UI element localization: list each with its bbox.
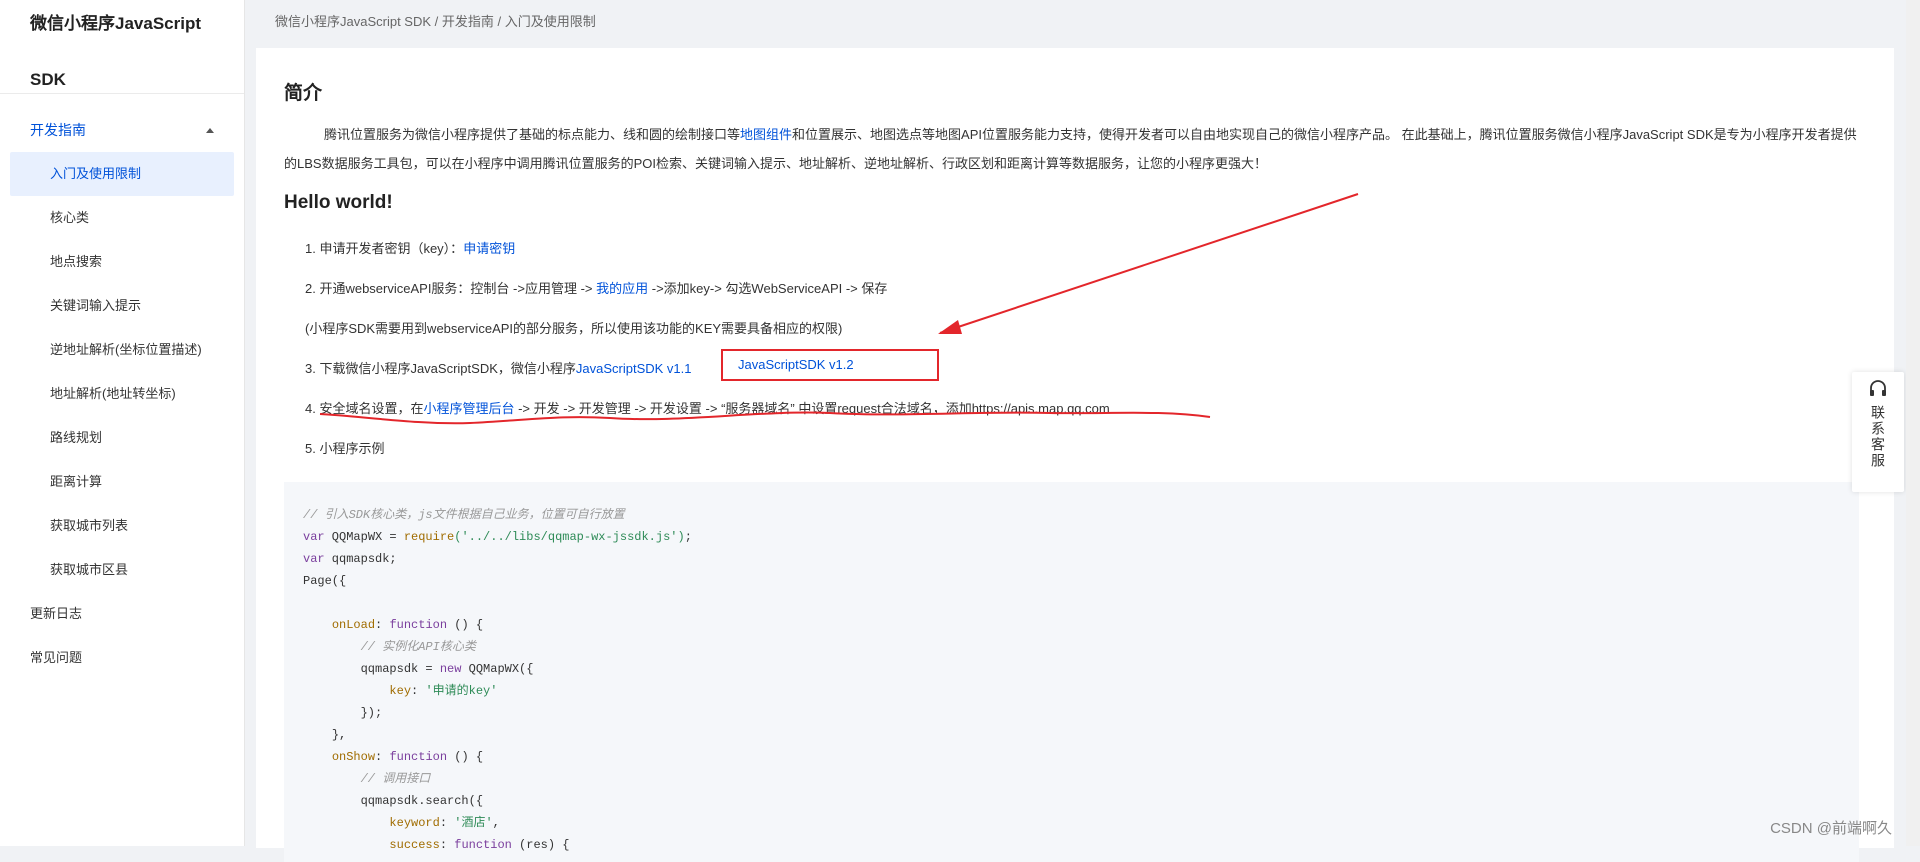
code-token: ('../../libs/qqmap-wx-jssdk.js') — [454, 530, 685, 544]
code-token: var — [303, 552, 325, 566]
contact-service-label: 联系客服 — [1870, 405, 1886, 469]
annotation-box: JavaScriptSDK v1.2 — [721, 349, 939, 381]
step-2: 2. 开通webserviceAPI服务：控制台 ->应用管理 -> 我的应用 … — [305, 278, 887, 297]
code-token: }); — [360, 706, 383, 720]
nav-group-dev-guide[interactable]: 开发指南 — [0, 108, 244, 152]
sidebar-item-direction[interactable]: 路线规划 — [0, 416, 244, 460]
section-title-hello: Hello world! — [284, 192, 393, 213]
intro-text-1: 腾讯位置服务为微信小程序提供了基础的标点能力、线和圆的绘制接口等 — [324, 127, 741, 142]
section-title-intro: 简介 — [284, 83, 323, 104]
code-token: ; — [684, 530, 692, 544]
sidebar-item-faq[interactable]: 常见问题 — [0, 636, 244, 680]
step-4: 4. 安全域名设置，在小程序管理后台 -> 开发 -> 开发管理 -> 开发设置… — [305, 398, 1110, 417]
sidebar: 微信小程序JavaScript SDK 开发指南 入门及使用限制 核心类 地点搜… — [0, 0, 245, 846]
sidebar-item-intro[interactable]: 入门及使用限制 — [10, 152, 234, 196]
sidebar-item-core[interactable]: 核心类 — [0, 196, 244, 240]
sdk-v12-link[interactable]: JavaScriptSDK v1.2 — [738, 357, 854, 372]
code-token: () { — [447, 618, 484, 632]
code-token: QQMapWX({ — [461, 662, 534, 676]
code-token: keyword — [389, 816, 440, 830]
code-token: var — [303, 530, 325, 544]
step-1: 1. 申请开发者密钥（key）：申请密钥 — [305, 238, 515, 257]
code-token: '申请的key' — [425, 684, 498, 698]
step-2-text-b: ->添加key-> 勾选WebServiceAPI -> 保存 — [648, 281, 888, 296]
nav-group-label: 开发指南 — [30, 122, 86, 138]
code-comment: // 实例化API核心类 — [360, 640, 476, 654]
code-token: QQMapWX = — [324, 530, 404, 544]
code-token: '酒店' — [454, 816, 493, 830]
code-token: () { — [447, 750, 484, 764]
code-block: // 引入SDK核心类，js文件根据自己业务，位置可自行放置 var QQMap… — [284, 482, 1859, 862]
sidebar-item-poi-search[interactable]: 地点搜索 — [0, 240, 244, 284]
headset-icon — [1870, 380, 1886, 396]
sidebar-item-city-list[interactable]: 获取城市列表 — [0, 504, 244, 548]
brand-line-2: SDK — [30, 70, 66, 89]
page-scrollbar[interactable] — [1906, 0, 1920, 846]
map-component-link[interactable]: 地图组件 — [740, 127, 792, 142]
breadcrumb: 微信小程序JavaScript SDK / 开发指南 / 入门及使用限制 — [275, 14, 596, 29]
code-token: key — [389, 684, 412, 698]
code-token: qqmapsdk.search({ — [360, 794, 484, 808]
my-apps-link[interactable]: 我的应用 — [596, 281, 648, 296]
sidebar-item-reverse-geocoder[interactable]: 逆地址解析(坐标位置描述) — [0, 328, 244, 372]
code-token: qqmapsdk = — [360, 662, 440, 676]
code-token: function — [454, 838, 512, 852]
code-token: }, — [331, 728, 347, 742]
step-2-note: (小程序SDK需要用到webserviceAPI的部分服务，所以使用该功能的KE… — [305, 321, 843, 336]
step-3: 3. 下载微信小程序JavaScriptSDK，微信小程序JavaScriptS… — [305, 358, 691, 377]
code-token: new — [439, 662, 462, 676]
code-token: function — [389, 618, 448, 632]
mp-admin-link[interactable]: 小程序管理后台 — [423, 401, 514, 416]
code-comment: // 调用接口 — [360, 772, 431, 786]
sidebar-item-suggestion[interactable]: 关键词输入提示 — [0, 284, 244, 328]
code-token: onLoad — [331, 618, 376, 632]
step-2-text-a: 2. 开通webserviceAPI服务：控制台 ->应用管理 -> — [305, 281, 597, 296]
step-4-text-a: 4. 安全域名设置，在 — [305, 401, 424, 416]
step-3-text: 3. 下载微信小程序JavaScriptSDK，微信小程序 — [305, 361, 576, 376]
intro-paragraph: 腾讯位置服务为微信小程序提供了基础的标点能力、线和圆的绘制接口等地图组件和位置展… — [284, 120, 1869, 178]
contact-service-widget[interactable]: 联系客服 — [1852, 372, 1904, 492]
code-token: require — [403, 530, 455, 544]
code-token: success — [389, 838, 440, 852]
code-token: onShow — [331, 750, 376, 764]
step-5: 5. 小程序示例 — [305, 441, 385, 456]
code-token: function — [389, 750, 448, 764]
sidebar-item-distance[interactable]: 距离计算 — [0, 460, 244, 504]
step-1-text: 1. 申请开发者密钥（key）： — [305, 241, 464, 256]
content-card: 简介 腾讯位置服务为微信小程序提供了基础的标点能力、线和圆的绘制接口等地图组件和… — [256, 48, 1894, 862]
apply-key-link[interactable]: 申请密钥 — [463, 241, 515, 256]
sidebar-item-district[interactable]: 获取城市区县 — [0, 548, 244, 592]
sidebar-item-changelog[interactable]: 更新日志 — [0, 592, 244, 636]
sidebar-item-geocoder[interactable]: 地址解析(地址转坐标) — [0, 372, 244, 416]
step-4-text-b: -> 开发 -> 开发管理 -> 开发设置 -> “服务器域名” 中设置requ… — [514, 401, 1110, 416]
watermark: CSDN @前端啊久 — [1770, 820, 1892, 837]
code-token: qqmapsdk; — [324, 552, 397, 566]
caret-up-icon — [206, 127, 214, 133]
sdk-v11-link[interactable]: JavaScriptSDK v1.1 — [576, 361, 692, 376]
sidebar-brand[interactable]: 微信小程序JavaScript SDK — [0, 0, 244, 94]
brand-line-1: 微信小程序JavaScript — [30, 14, 201, 33]
code-comment: // 引入SDK核心类，js文件根据自己业务，位置可自行放置 — [303, 508, 625, 522]
code-token: (res) { — [511, 838, 570, 852]
code-token: Page({ — [303, 574, 347, 588]
